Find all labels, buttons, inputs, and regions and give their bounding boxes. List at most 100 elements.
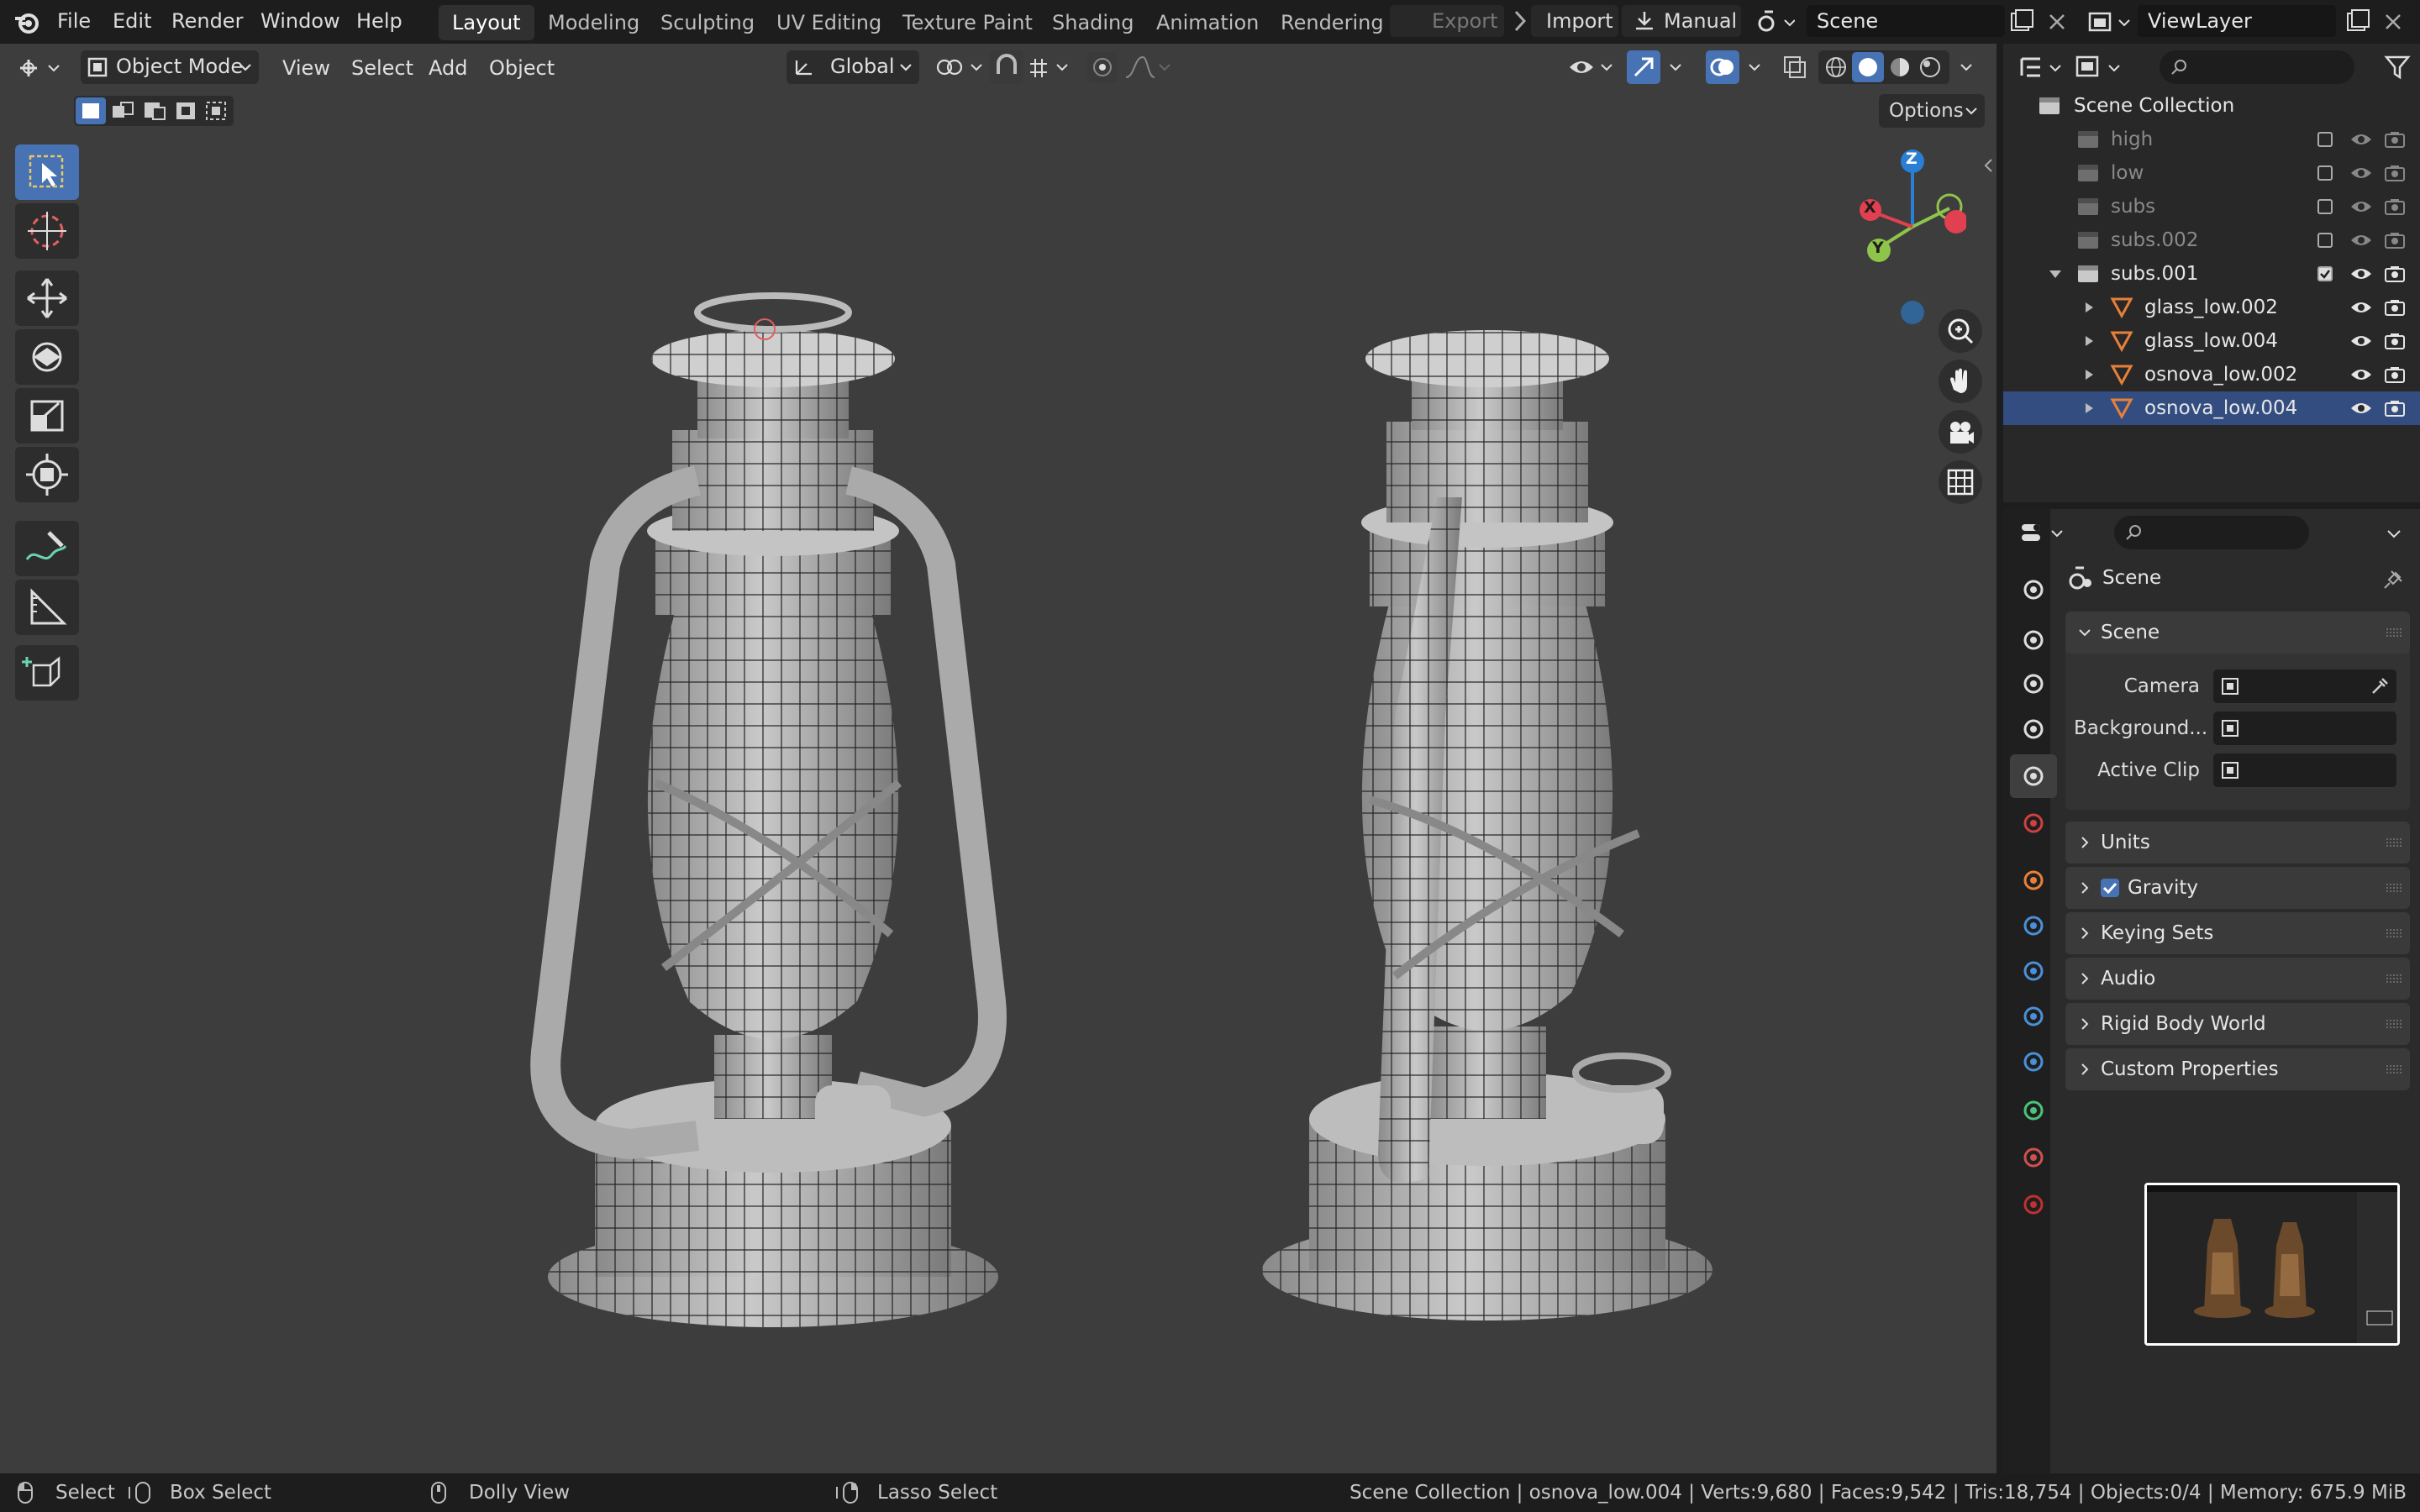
options-dropdown[interactable]: Options: [1879, 94, 1985, 128]
eyedropper-icon[interactable]: [2370, 676, 2390, 696]
wireframe-shading-icon[interactable]: [1822, 54, 1850, 81]
expand-arrow-icon[interactable]: [2081, 366, 2097, 383]
physics-tab-icon[interactable]: [2010, 995, 2057, 1038]
drag-handle-icon[interactable]: [2385, 627, 2403, 638]
close-view-layer-icon[interactable]: [2381, 10, 2405, 34]
selection-mode-group[interactable]: [74, 96, 234, 126]
pivot-point-icon[interactable]: [934, 52, 985, 82]
render-camera-icon[interactable]: [2383, 230, 2407, 250]
outliner-row-object[interactable]: osnova_low.004: [2003, 391, 2420, 425]
exclude-checkbox[interactable]: [2317, 266, 2333, 281]
select-new-icon[interactable]: [76, 97, 106, 124]
texture-tab-icon[interactable]: [2010, 1183, 2057, 1226]
ortho-grid-icon[interactable]: [1939, 460, 1982, 504]
blender-logo-icon[interactable]: [12, 8, 40, 37]
chevron-down-icon[interactable]: [2381, 521, 2407, 546]
shading-mode-group[interactable]: [1818, 50, 1949, 84]
menu-view[interactable]: View: [282, 55, 330, 81]
expand-arrow-icon[interactable]: [2081, 400, 2097, 417]
gravity-checkbox[interactable]: [2101, 879, 2119, 897]
exclude-checkbox[interactable]: [2317, 199, 2333, 214]
outliner-row-object[interactable]: glass_low.002: [2003, 291, 2420, 324]
add-cube-tool-icon[interactable]: [15, 645, 79, 701]
particles-tab-icon[interactable]: [2010, 949, 2057, 993]
camera-view-icon[interactable]: [1939, 410, 1982, 454]
display-mode-icon[interactable]: [2074, 50, 2128, 84]
export-button[interactable]: Export: [1390, 5, 1504, 37]
expand-arrow-icon[interactable]: [2081, 333, 2097, 349]
lantern-right[interactable]: [1262, 330, 1712, 1320]
lantern-left[interactable]: [530, 292, 1007, 1327]
proportional-edit-icon[interactable]: [1087, 52, 1118, 82]
material-tab-icon[interactable]: [2010, 1136, 2057, 1179]
scale-tool-icon[interactable]: [15, 388, 79, 444]
menu-help[interactable]: Help: [348, 0, 411, 44]
render-camera-icon[interactable]: [2383, 398, 2407, 418]
material-shading-icon[interactable]: [1886, 54, 1914, 81]
view-layer-field[interactable]: ViewLayer: [2138, 5, 2336, 37]
background-field[interactable]: [2213, 711, 2396, 745]
outliner-search-input[interactable]: [2160, 50, 2354, 84]
render-tab-icon[interactable]: [2010, 618, 2057, 662]
active-clip-field[interactable]: [2213, 753, 2396, 787]
zoom-icon[interactable]: [1939, 309, 1982, 353]
tab-texture-paint[interactable]: Texture Paint: [889, 5, 1046, 40]
drag-handle-icon[interactable]: [2385, 837, 2403, 848]
outliner-row-collection[interactable]: low: [2003, 156, 2420, 190]
3d-viewport[interactable]: Object Mode View Select Add Object Globa…: [0, 44, 1996, 1473]
menu-file[interactable]: File: [49, 0, 99, 44]
rendered-shading-icon[interactable]: [1916, 54, 1944, 81]
tab-modeling[interactable]: Modeling: [534, 5, 653, 40]
panel-rigid-body-world[interactable]: Rigid Body World: [2065, 1003, 2410, 1045]
tab-uv-editing[interactable]: UV Editing: [763, 5, 895, 40]
panel-units[interactable]: Units: [2065, 822, 2410, 864]
panel-gravity[interactable]: Gravity: [2065, 867, 2410, 909]
close-scene-icon[interactable]: [2045, 10, 2069, 34]
chevron-down-icon[interactable]: [1664, 55, 1687, 79]
transform-tool-icon[interactable]: [15, 447, 79, 502]
import-button[interactable]: Import: [1531, 5, 1618, 37]
snap-icon[interactable]: [990, 50, 1023, 84]
outliner-row-collection[interactable]: subs.002: [2003, 223, 2420, 257]
outliner-row-object[interactable]: osnova_low.002: [2003, 358, 2420, 391]
scene-icon[interactable]: [1756, 8, 1795, 35]
scene-section-header[interactable]: Scene: [2065, 612, 2410, 654]
modifier-tab-icon[interactable]: [2010, 904, 2057, 948]
outliner-editor-icon[interactable]: [2018, 50, 2069, 84]
move-tool-icon[interactable]: [15, 270, 79, 326]
select-intersect-icon[interactable]: [202, 97, 232, 124]
pan-hand-icon[interactable]: [1939, 360, 1982, 403]
select-extend-icon[interactable]: [108, 97, 138, 124]
select-invert-icon[interactable]: [171, 97, 202, 124]
constraint-tab-icon[interactable]: [2010, 1040, 2057, 1084]
eye-icon[interactable]: [2349, 398, 2373, 418]
camera-field[interactable]: [2213, 669, 2396, 703]
data-tab-icon[interactable]: [2010, 1089, 2057, 1132]
navigation-gizmo[interactable]: Z Y X: [1857, 144, 1966, 329]
orientation-dropdown[interactable]: Global: [786, 50, 919, 84]
properties-editor-icon[interactable]: [2018, 516, 2070, 549]
panel-custom-properties[interactable]: Custom Properties: [2065, 1048, 2410, 1090]
sidebar-toggle-icon[interactable]: [1981, 153, 1995, 178]
render-camera-icon[interactable]: [2383, 365, 2407, 385]
outliner-row-collection[interactable]: subs: [2003, 190, 2420, 223]
panel-audio[interactable]: Audio: [2065, 958, 2410, 1000]
exclude-checkbox[interactable]: [2317, 165, 2333, 181]
render-camera-icon[interactable]: [2383, 163, 2407, 183]
drag-handle-icon[interactable]: [2385, 1063, 2403, 1075]
scene-name-field[interactable]: Scene: [1807, 5, 2005, 37]
render-camera-icon[interactable]: [2383, 331, 2407, 351]
expand-arrow-icon[interactable]: [2081, 299, 2097, 316]
exclude-checkbox[interactable]: [2317, 132, 2333, 147]
snap-target-icon[interactable]: [1027, 52, 1069, 82]
menu-render[interactable]: Render: [163, 0, 251, 44]
render-camera-icon[interactable]: [2383, 264, 2407, 284]
drag-handle-icon[interactable]: [2385, 1018, 2403, 1030]
new-scene-icon[interactable]: [2008, 8, 2035, 35]
panel-keying-sets[interactable]: Keying Sets: [2065, 912, 2410, 954]
tab-shading[interactable]: Shading: [1039, 5, 1148, 40]
preview-thumbnail[interactable]: [2144, 1183, 2400, 1346]
cursor-tool-icon[interactable]: [15, 203, 79, 259]
eye-icon[interactable]: [2349, 129, 2373, 150]
drag-handle-icon[interactable]: [2385, 927, 2403, 939]
